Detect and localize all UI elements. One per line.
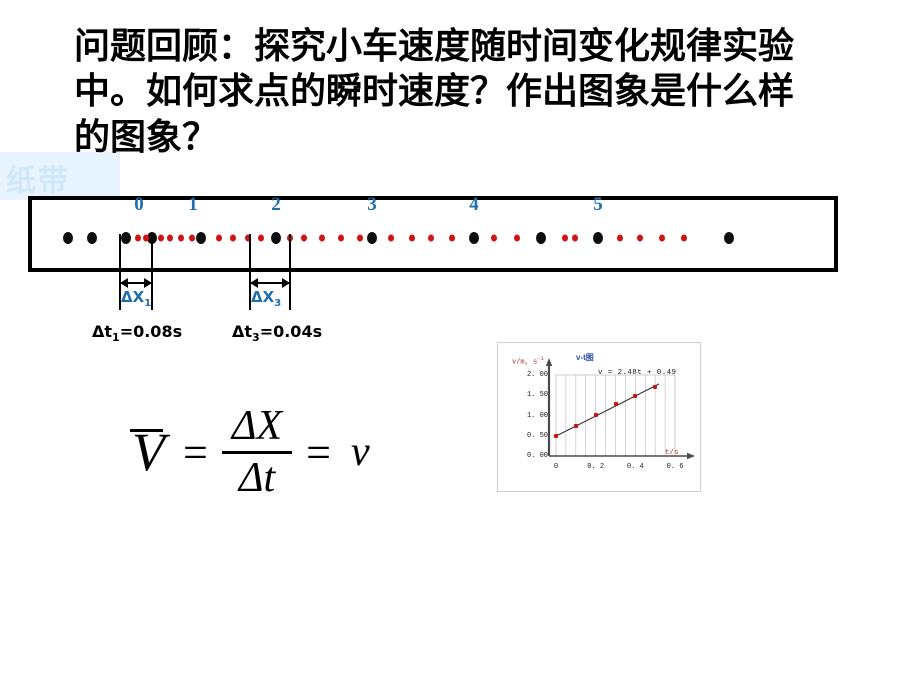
chart-y-tick: 0. 00 — [526, 452, 548, 460]
tape-number-0: 0 — [134, 194, 144, 215]
tape-number-5: 5 — [593, 194, 603, 215]
time-interval-label-3: Δt3=0.04s — [232, 322, 323, 345]
tape-dot-red — [572, 234, 578, 242]
vt-chart-card: v-t图 v = 2.48t + 0.49 v/m, s-1 t/s 0. 00… — [497, 342, 701, 492]
tape-dot-black — [724, 232, 734, 244]
chart-point — [554, 434, 558, 439]
chart-y-tick: 2. 00 — [526, 371, 548, 379]
tape-dot-red — [357, 234, 363, 242]
formula-denominator: Δt — [238, 454, 276, 501]
time-interval-label-1: Δt1=0.08s — [92, 322, 183, 345]
tape-number-4: 4 — [469, 194, 479, 215]
tape-dot-black — [536, 232, 546, 244]
tape-dot-black — [367, 232, 377, 244]
tape-dot-red — [230, 234, 236, 242]
tape-dot-black — [271, 232, 281, 244]
chart-point — [593, 413, 598, 418]
formula-lhs: V — [130, 422, 165, 483]
formula-rhs: v — [350, 429, 370, 476]
page-title: 问题回顾：探究小车速度随时间变化规律实验中。如何求点的瞬时速度？作出图象是什么样… — [74, 26, 795, 158]
tape-dot-red — [681, 234, 687, 242]
formula-numerator: ΔX — [231, 403, 283, 449]
chart-point — [573, 423, 578, 428]
chart-fit-equation: v = 2.48t + 0.49 — [598, 369, 677, 377]
measure-label-ΔX3: ΔX3 — [251, 288, 282, 309]
tape-dot-red — [319, 234, 325, 242]
chart-y-axis-label: v/m, s-1 — [512, 355, 544, 367]
tape-dot-red — [409, 234, 415, 242]
tape-dot-red — [637, 234, 643, 242]
chart-y-tick: 1. 00 — [526, 411, 548, 420]
tape-number-3: 3 — [367, 194, 377, 215]
tape-dot-black — [121, 232, 131, 244]
formula-equals-1: = — [183, 427, 208, 477]
formula-equals-2: = — [306, 427, 331, 477]
chart-x-tick: 0 — [553, 463, 559, 471]
tape-dot-red — [189, 234, 195, 242]
tape-dot-red — [428, 234, 434, 242]
measure-guide-line — [151, 234, 153, 310]
tape-dot-red — [301, 234, 307, 242]
measure-label-ΔX1: ΔX1 — [121, 288, 152, 309]
tape-dot-red — [158, 234, 164, 242]
tape-dot-red — [491, 234, 497, 242]
tape-dot-black — [87, 232, 97, 244]
measure-arrow-ΔX3 — [250, 278, 290, 288]
tape-dot-red — [562, 234, 568, 242]
tape-dot-black — [63, 232, 73, 244]
average-velocity-formula: V = ΔX Δt = v — [128, 404, 370, 500]
chart-x-axis-label: t/s — [665, 449, 679, 457]
chart-y-tick: 0. 50 — [526, 431, 548, 440]
tape-dot-red — [216, 234, 222, 242]
tape-number-2: 2 — [271, 194, 281, 215]
chart-point — [613, 401, 618, 406]
tape-dot-red — [143, 234, 149, 242]
chart-title: v-t图 — [576, 353, 594, 362]
chart-x-tick: 0. 6 — [666, 463, 684, 471]
tape-dot-red — [659, 234, 665, 242]
formula-fraction: ΔX Δt — [221, 403, 293, 501]
chart-x-tick: 0. 2 — [587, 463, 605, 471]
tape-dot-red — [167, 234, 173, 242]
chart-point — [633, 394, 638, 399]
tape-dot-black — [593, 232, 603, 244]
tape-diagram: 0 1 2 3 4 5 ΔX1 ΔX3 Δt1=0.08s Δt3=0.04s — [0, 190, 920, 360]
tape-dot-red — [135, 234, 141, 242]
chart-y-tick: 1. 50 — [526, 391, 548, 400]
tape-dot-red — [449, 234, 455, 242]
tape-dot-red — [514, 234, 520, 242]
tape-dot-red — [617, 234, 623, 242]
tape-dot-red — [388, 234, 394, 242]
tape-dot-red — [338, 234, 344, 242]
measure-arrow-ΔX1 — [120, 278, 152, 288]
chart-x-tick: 0. 4 — [626, 463, 644, 471]
tape-dot-red — [178, 234, 184, 242]
tape-dot-red — [258, 234, 264, 242]
tape-dot-black — [469, 232, 479, 244]
vt-chart: v-t图 v = 2.48t + 0.49 v/m, s-1 t/s 0. 00… — [498, 343, 700, 491]
chart-point — [653, 385, 658, 390]
tape-dot-black — [196, 232, 206, 244]
measure-guide-line — [289, 234, 291, 310]
tape-number-1: 1 — [188, 194, 198, 215]
